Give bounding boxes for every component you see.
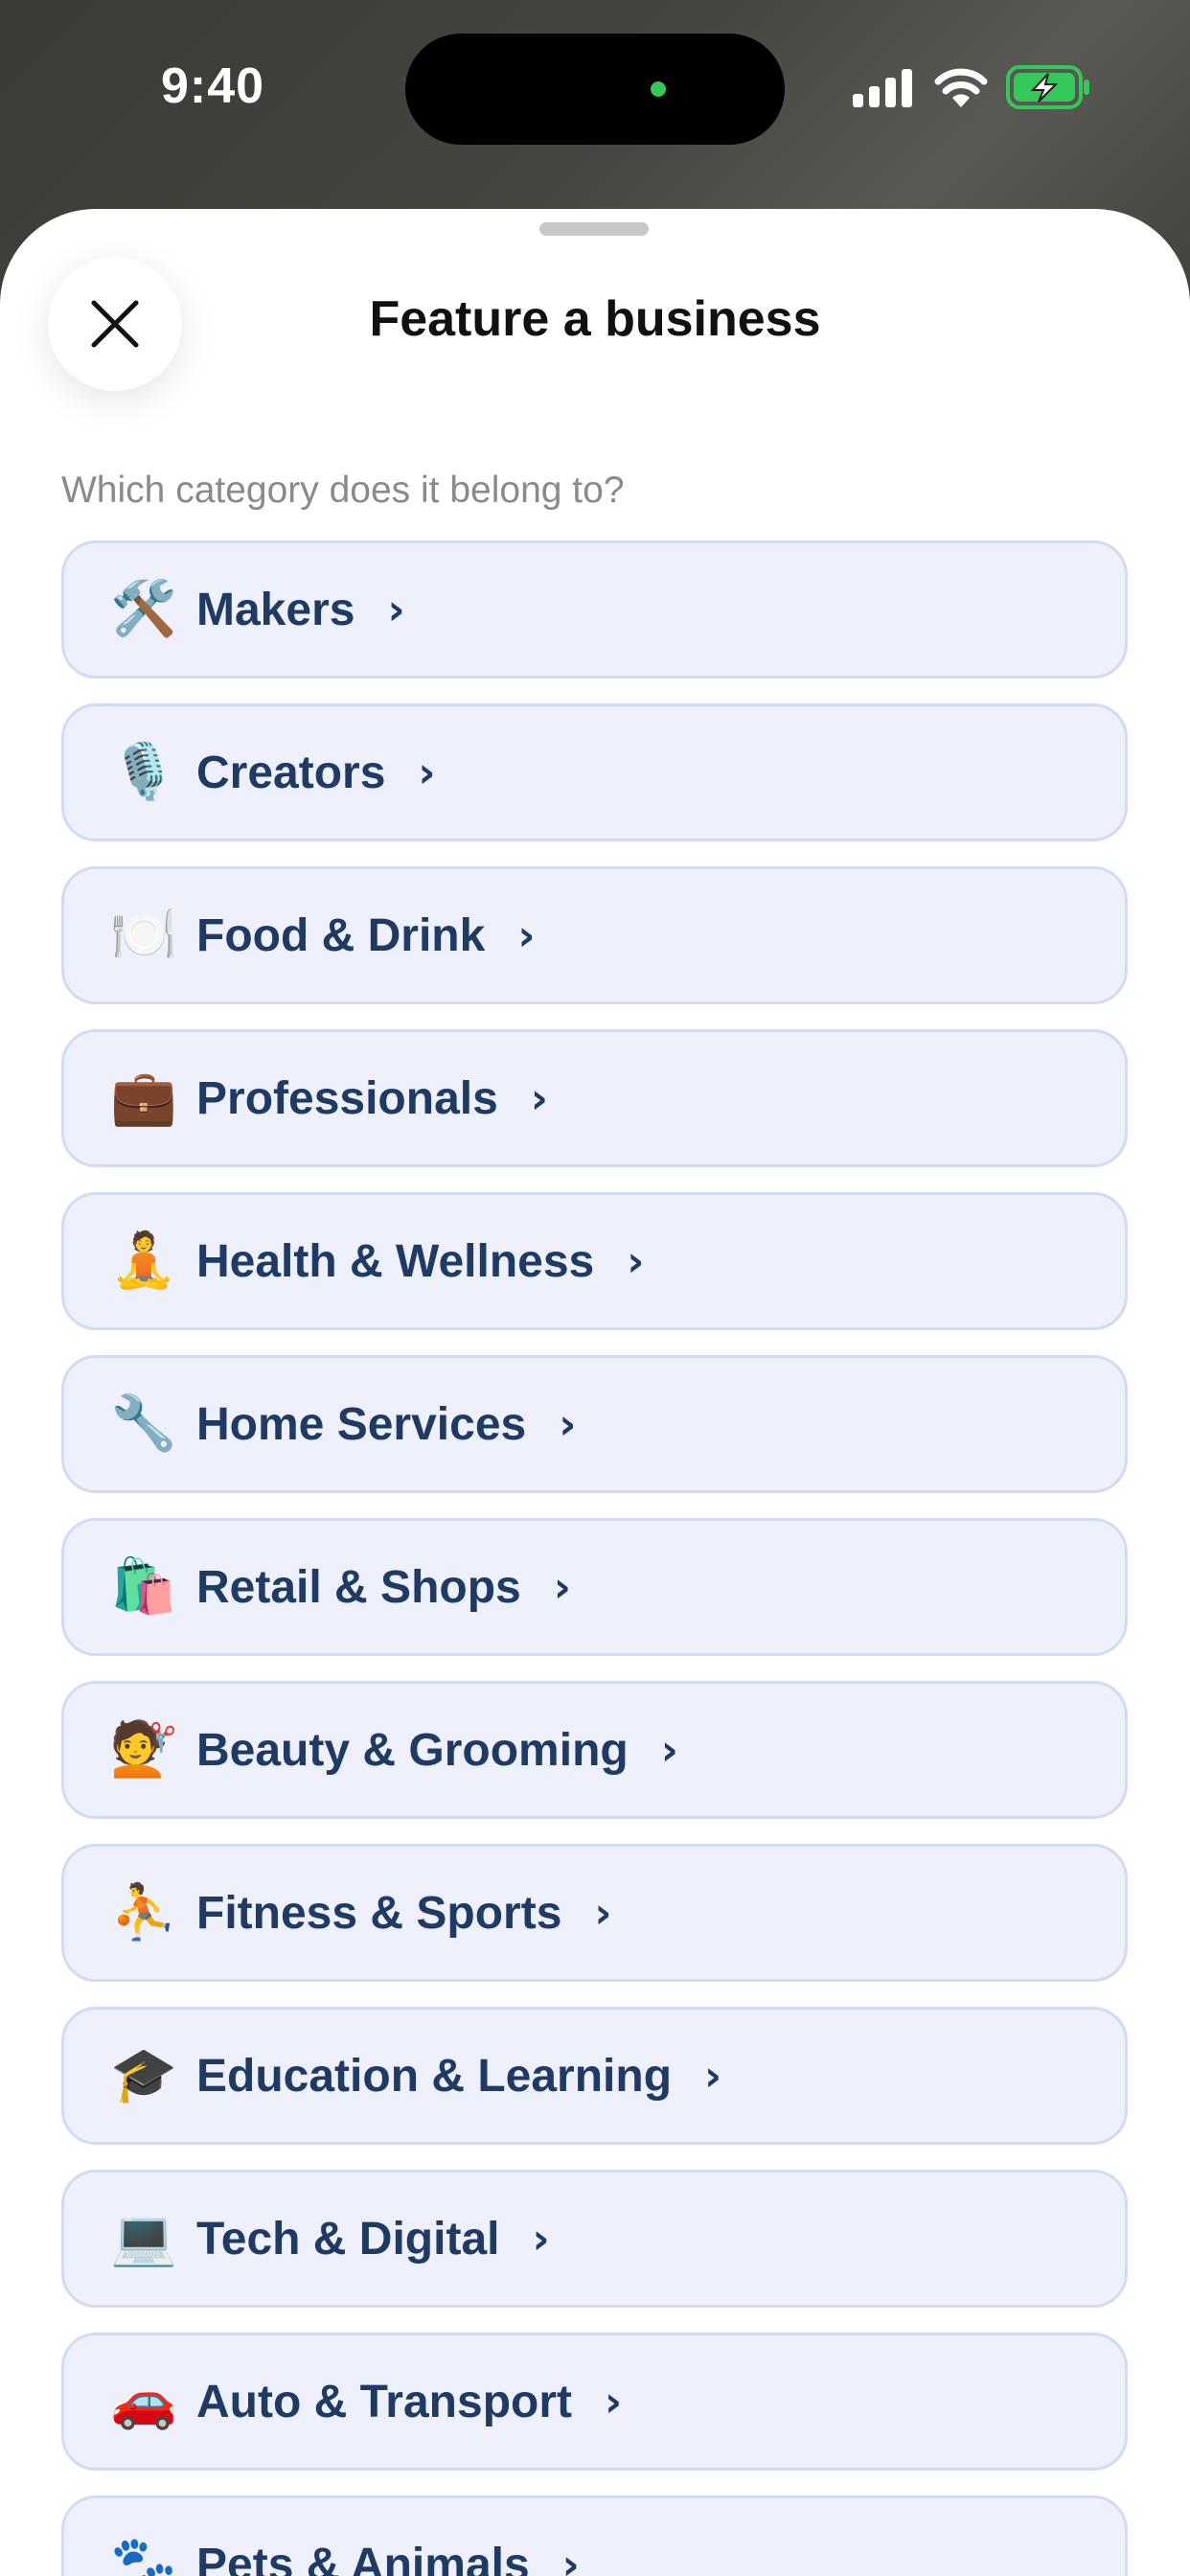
status-bar: 9:40 (0, 0, 1190, 182)
category-item-makers[interactable]: 🛠️ Makers › (61, 540, 1128, 678)
wrench-icon: 🔧 (110, 1392, 177, 1455)
category-item-retail-shops[interactable]: 🛍️ Retail & Shops › (61, 1518, 1128, 1656)
category-label: Makers (196, 584, 355, 635)
category-label: Tech & Digital (196, 2213, 500, 2265)
category-item-tech-digital[interactable]: 💻 Tech & Digital › (61, 2170, 1128, 2308)
category-label: Auto & Transport (196, 2376, 572, 2427)
chevron-right-icon: › (660, 1725, 678, 1775)
category-label: Professionals (196, 1072, 498, 1124)
microphone-icon: 🎙️ (110, 741, 177, 803)
sheet-grabber[interactable] (539, 222, 649, 236)
category-item-fitness-sports[interactable]: ⛹️ Fitness & Sports › (61, 1844, 1128, 1982)
category-label: Creators (196, 747, 386, 798)
chevron-right-icon: › (594, 1888, 612, 1938)
category-label: Pets & Animals (196, 2539, 530, 2576)
shopping-bags-icon: 🛍️ (110, 1555, 177, 1618)
chevron-right-icon: › (605, 2377, 623, 2426)
chevron-right-icon: › (532, 2214, 550, 2264)
category-label: Beauty & Grooming (196, 1724, 629, 1776)
category-prompt: Which category does it belong to? (61, 470, 625, 511)
chevron-right-icon: › (561, 2540, 580, 2576)
wifi-icon (934, 68, 988, 107)
category-item-creators[interactable]: 🎙️ Creators › (61, 703, 1128, 841)
category-item-professionals[interactable]: 💼 Professionals › (61, 1029, 1128, 1167)
graduation-cap-icon: 🎓 (110, 2044, 177, 2106)
tools-icon: 🛠️ (110, 578, 177, 640)
chevron-right-icon: › (418, 748, 436, 797)
chevron-right-icon: › (553, 1562, 571, 1612)
car-icon: 🚗 (110, 2370, 177, 2432)
category-label: Fitness & Sports (196, 1887, 562, 1939)
category-item-home-services[interactable]: 🔧 Home Services › (61, 1355, 1128, 1493)
category-label: Retail & Shops (196, 1561, 521, 1613)
dynamic-island (405, 34, 785, 145)
category-item-food-drink[interactable]: 🍽️ Food & Drink › (61, 866, 1128, 1004)
feature-business-sheet: Feature a business Which category does i… (0, 209, 1190, 2576)
cellular-signal-icon (853, 69, 912, 107)
paw-prints-icon: 🐾 (110, 2533, 177, 2576)
basketball-player-icon: ⛹️ (110, 1881, 177, 1944)
category-label: Food & Drink (196, 909, 486, 961)
category-list: 🛠️ Makers › 🎙️ Creators › 🍽️ Food & Drin… (61, 540, 1128, 2576)
chevron-right-icon: › (704, 2051, 722, 2101)
category-item-pets-animals[interactable]: 🐾 Pets & Animals › (61, 2496, 1128, 2576)
chevron-right-icon: › (517, 910, 536, 960)
chevron-right-icon: › (559, 1399, 577, 1449)
category-item-beauty-grooming[interactable]: 💇 Beauty & Grooming › (61, 1681, 1128, 1819)
category-item-health-wellness[interactable]: 🧘 Health & Wellness › (61, 1192, 1128, 1330)
camera-indicator-dot (651, 81, 666, 97)
plate-cutlery-icon: 🍽️ (110, 904, 177, 966)
chevron-right-icon: › (627, 1236, 645, 1286)
category-item-auto-transport[interactable]: 🚗 Auto & Transport › (61, 2333, 1128, 2471)
battery-charging-icon (1006, 65, 1089, 109)
meditation-icon: 🧘 (110, 1230, 177, 1292)
category-label: Health & Wellness (196, 1235, 595, 1287)
briefcase-icon: 💼 (110, 1067, 177, 1129)
sheet-title: Feature a business (369, 291, 821, 347)
category-label: Home Services (196, 1398, 527, 1450)
status-time: 9:40 (161, 58, 265, 114)
category-item-education-learning[interactable]: 🎓 Education & Learning › (61, 2007, 1128, 2145)
haircut-icon: 💇 (110, 1718, 177, 1781)
laptop-icon: 💻 (110, 2207, 177, 2269)
chevron-right-icon: › (387, 585, 405, 634)
chevron-right-icon: › (530, 1073, 548, 1123)
category-label: Education & Learning (196, 2050, 673, 2102)
